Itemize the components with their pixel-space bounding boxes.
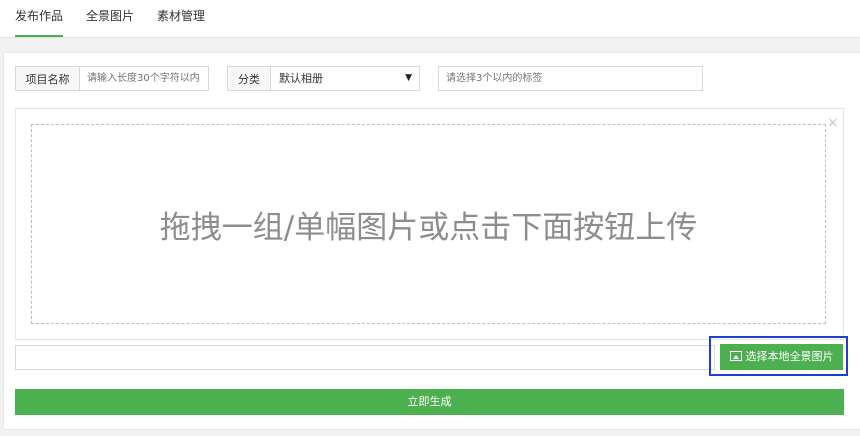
tab-publish-work[interactable]: 发布作品 xyxy=(15,0,64,37)
category-label: 分类 xyxy=(227,66,271,91)
tab-asset-management[interactable]: 素材管理 xyxy=(157,0,205,35)
category-selected-value: 默认相册 xyxy=(279,72,323,85)
close-icon[interactable]: × xyxy=(827,115,839,131)
dropzone-hint: 拖拽一组/单幅图片或点击下面按钮上传 xyxy=(159,210,698,246)
project-name-label: 项目名称 xyxy=(15,66,80,91)
dropdown-arrow-icon: ▼ xyxy=(405,73,412,83)
file-path-field[interactable] xyxy=(15,345,715,370)
top-tab-bar: 发布作品 全景图片 素材管理 xyxy=(0,0,860,38)
tags-input[interactable] xyxy=(438,66,703,91)
generate-now-button[interactable]: 立即生成 xyxy=(15,389,844,415)
image-icon xyxy=(729,351,742,361)
choose-local-panorama-button[interactable]: 选择本地全景图片 xyxy=(720,344,843,370)
category-select[interactable]: 默认相册 ▼ xyxy=(270,66,420,91)
tab-panorama-images[interactable]: 全景图片 xyxy=(86,0,134,35)
project-name-input[interactable] xyxy=(79,66,209,91)
image-dropzone[interactable]: 拖拽一组/单幅图片或点击下面按钮上传 xyxy=(31,124,826,324)
choose-button-label: 选择本地全景图片 xyxy=(745,350,834,363)
